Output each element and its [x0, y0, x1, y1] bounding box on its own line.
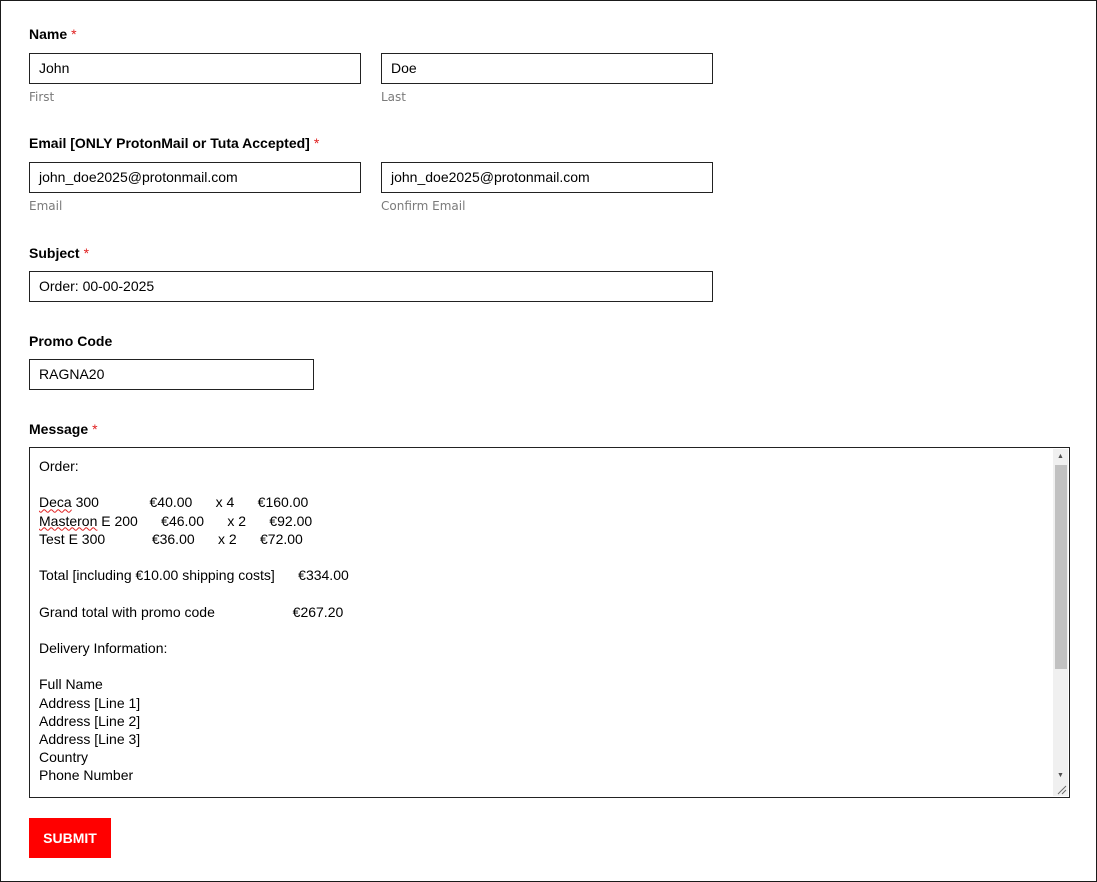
message-line: Test E 300 €36.00 x 2 €72.00	[39, 530, 303, 547]
message-label: Message *	[29, 421, 98, 437]
message-line: Country	[39, 749, 89, 766]
email-input[interactable]: john_doe2025@protonmail.com	[29, 162, 361, 193]
required-mark: *	[71, 26, 77, 42]
message-textarea[interactable]: Order: Deca 300 €40.00 x 4 €160.00 Maste…	[29, 447, 1070, 798]
message-line: Address [Line 3]	[39, 731, 141, 748]
message-line: Order:	[39, 458, 79, 474]
message-line: Delivery Information:	[39, 640, 168, 657]
confirm-email-input[interactable]: john_doe2025@protonmail.com	[381, 162, 713, 193]
misspelled-word: Masteron	[39, 512, 98, 529]
message-line: Total [including €10.00 shipping costs] …	[39, 567, 349, 584]
message-line: E 200 €46.00 x 2 €92.00	[97, 512, 313, 529]
vertical-scrollbar[interactable]: ▲ ▼	[1053, 449, 1068, 783]
message-line: Address [Line 2]	[39, 712, 141, 729]
message-line: 300 €40.00 x 4 €160.00	[71, 494, 309, 511]
subject-label: Subject *	[29, 245, 90, 261]
form-container: Name * John First Doe Last Email [ONLY Pr…	[0, 0, 1097, 882]
first-name-sublabel: First	[29, 90, 55, 104]
first-name-input[interactable]: John	[29, 53, 361, 84]
resize-grip-icon[interactable]	[1053, 781, 1068, 796]
submit-button[interactable]: SUBMIT	[29, 818, 111, 858]
message-line: Address [Line 1]	[39, 694, 141, 711]
required-mark: *	[83, 245, 90, 261]
promo-code-input[interactable]: RAGNA20	[29, 359, 314, 390]
message-line: Grand total with promo code €267.20	[39, 603, 344, 620]
message-text: Order: Deca 300 €40.00 x 4 €160.00 Maste…	[39, 457, 1039, 785]
required-mark: *	[313, 135, 320, 151]
last-name-input[interactable]: Doe	[381, 53, 713, 84]
scrollbar-thumb[interactable]	[1055, 465, 1067, 669]
misspelled-word: Deca	[39, 494, 72, 511]
name-label: Name *	[29, 26, 77, 42]
subject-input[interactable]: Order: 00-00-2025	[29, 271, 713, 302]
triangle-up-icon[interactable]: ▲	[1053, 449, 1068, 464]
message-line: Phone Number	[39, 767, 134, 784]
email-sublabel: Email	[29, 199, 63, 213]
message-line: Full Name	[39, 676, 103, 693]
email-label: Email [ONLY ProtonMail or Tuta Accepted]…	[29, 135, 320, 151]
promo-code-label: Promo Code	[29, 333, 113, 349]
confirm-email-sublabel: Confirm Email	[381, 199, 466, 213]
required-mark: *	[92, 421, 98, 437]
last-name-sublabel: Last	[381, 90, 406, 104]
